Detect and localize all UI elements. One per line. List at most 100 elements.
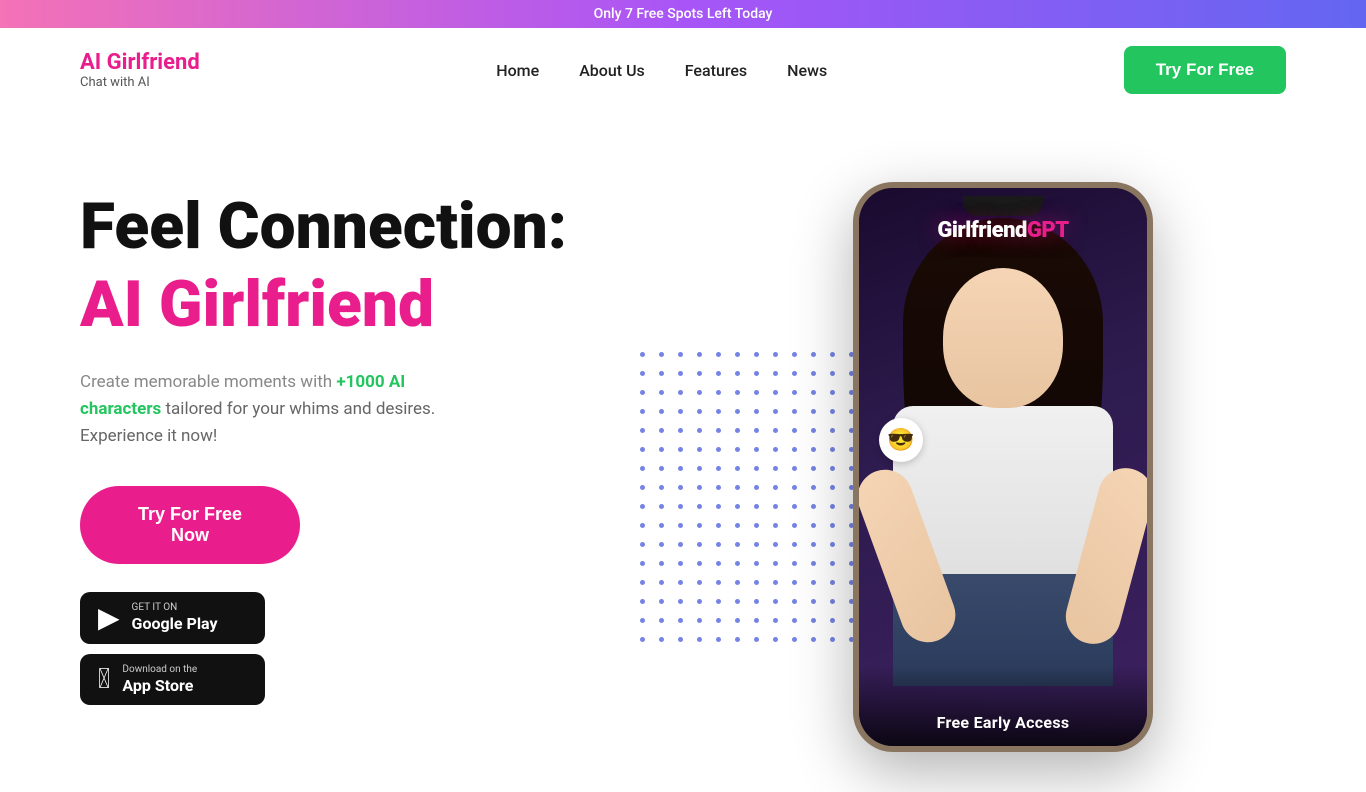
- dot: [735, 599, 740, 604]
- google-play-sub: GET IT ON: [132, 602, 218, 614]
- dot: [792, 542, 797, 547]
- dot: [716, 599, 721, 604]
- dot: [792, 523, 797, 528]
- dot: [697, 542, 702, 547]
- dot-grid-decoration: [640, 352, 882, 651]
- dot: [678, 618, 683, 623]
- dot: [735, 523, 740, 528]
- dot: [659, 409, 664, 414]
- dot: [735, 409, 740, 414]
- dot: [754, 371, 759, 376]
- dot: [716, 428, 721, 433]
- dot: [773, 523, 778, 528]
- dot: [659, 580, 664, 585]
- dot: [830, 599, 835, 604]
- dot: [697, 523, 702, 528]
- dot: [773, 561, 778, 566]
- hero-section: Feel Connection: AI Girlfriend Create me…: [0, 112, 1366, 792]
- nav-link-news[interactable]: News: [787, 61, 827, 80]
- dot: [773, 352, 778, 357]
- dot: [792, 409, 797, 414]
- dot: [754, 390, 759, 395]
- dot: [735, 561, 740, 566]
- dot: [811, 561, 816, 566]
- dot: [792, 466, 797, 471]
- hero-left: Feel Connection: AI Girlfriend Create me…: [80, 172, 640, 705]
- navbar: AI Girlfriend Chat with AI Home About Us…: [0, 28, 1366, 112]
- dot: [716, 504, 721, 509]
- dot: [754, 447, 759, 452]
- dot: [773, 542, 778, 547]
- dot: [735, 618, 740, 623]
- dot: [678, 390, 683, 395]
- dot: [792, 352, 797, 357]
- hero-title-line1: Feel Connection:: [80, 192, 640, 262]
- dot: [773, 599, 778, 604]
- dot: [735, 580, 740, 585]
- dot: [754, 523, 759, 528]
- dot: [811, 466, 816, 471]
- logo-tagline: Chat with AI: [80, 75, 200, 90]
- dot: [735, 447, 740, 452]
- dot: [659, 447, 664, 452]
- dot: [735, 542, 740, 547]
- dot: [697, 599, 702, 604]
- dot: [830, 371, 835, 376]
- nav-link-about[interactable]: About Us: [579, 61, 645, 80]
- dot: [640, 599, 645, 604]
- dot: [792, 580, 797, 585]
- dot: [716, 352, 721, 357]
- nav-link-features[interactable]: Features: [685, 61, 747, 80]
- dot: [754, 618, 759, 623]
- dot: [811, 580, 816, 585]
- dot: [773, 504, 778, 509]
- nav-item-features[interactable]: Features: [685, 61, 747, 80]
- dot: [811, 542, 816, 547]
- dot: [659, 637, 664, 642]
- nav-item-news[interactable]: News: [787, 61, 827, 80]
- dot: [659, 485, 664, 490]
- emoji-bubble: 😎: [879, 418, 923, 462]
- dot: [773, 466, 778, 471]
- dot: [678, 504, 683, 509]
- dot: [811, 599, 816, 604]
- nav-item-home[interactable]: Home: [496, 61, 539, 80]
- person-face: [943, 268, 1063, 408]
- dot: [659, 428, 664, 433]
- dot: [697, 561, 702, 566]
- dot: [811, 428, 816, 433]
- hero-try-free-button[interactable]: Try For Free Now: [80, 486, 300, 564]
- dot: [811, 447, 816, 452]
- dot: [678, 447, 683, 452]
- app-store-button[interactable]:  Download on the App Store: [80, 654, 265, 705]
- apple-icon: : [98, 665, 110, 693]
- nav-try-free-button[interactable]: Try For Free: [1124, 46, 1286, 94]
- dot: [792, 485, 797, 490]
- app-store-main: App Store: [122, 676, 197, 695]
- dot: [754, 466, 759, 471]
- dot: [697, 637, 702, 642]
- dot: [716, 466, 721, 471]
- dot: [716, 561, 721, 566]
- phone-bottom-overlay: Free Early Access: [859, 666, 1147, 746]
- dot: [640, 409, 645, 414]
- phone-mockup: GirlfriendGPT 😎 Free Early Access: [853, 182, 1153, 752]
- dot: [773, 371, 778, 376]
- dot: [811, 485, 816, 490]
- nav-link-home[interactable]: Home: [496, 61, 539, 80]
- emoji-icon: 😎: [887, 428, 914, 453]
- dot: [830, 580, 835, 585]
- google-play-button[interactable]: ▶ GET IT ON Google Play: [80, 592, 265, 643]
- app-buttons: ▶ GET IT ON Google Play  Download on th…: [80, 592, 640, 704]
- dot: [830, 618, 835, 623]
- dot: [773, 390, 778, 395]
- dot: [811, 371, 816, 376]
- google-play-main: Google Play: [132, 614, 218, 633]
- dot: [697, 352, 702, 357]
- dot: [697, 485, 702, 490]
- dot: [811, 409, 816, 414]
- dot: [792, 504, 797, 509]
- nav-item-about[interactable]: About Us: [579, 61, 645, 80]
- dot: [792, 618, 797, 623]
- dot: [697, 428, 702, 433]
